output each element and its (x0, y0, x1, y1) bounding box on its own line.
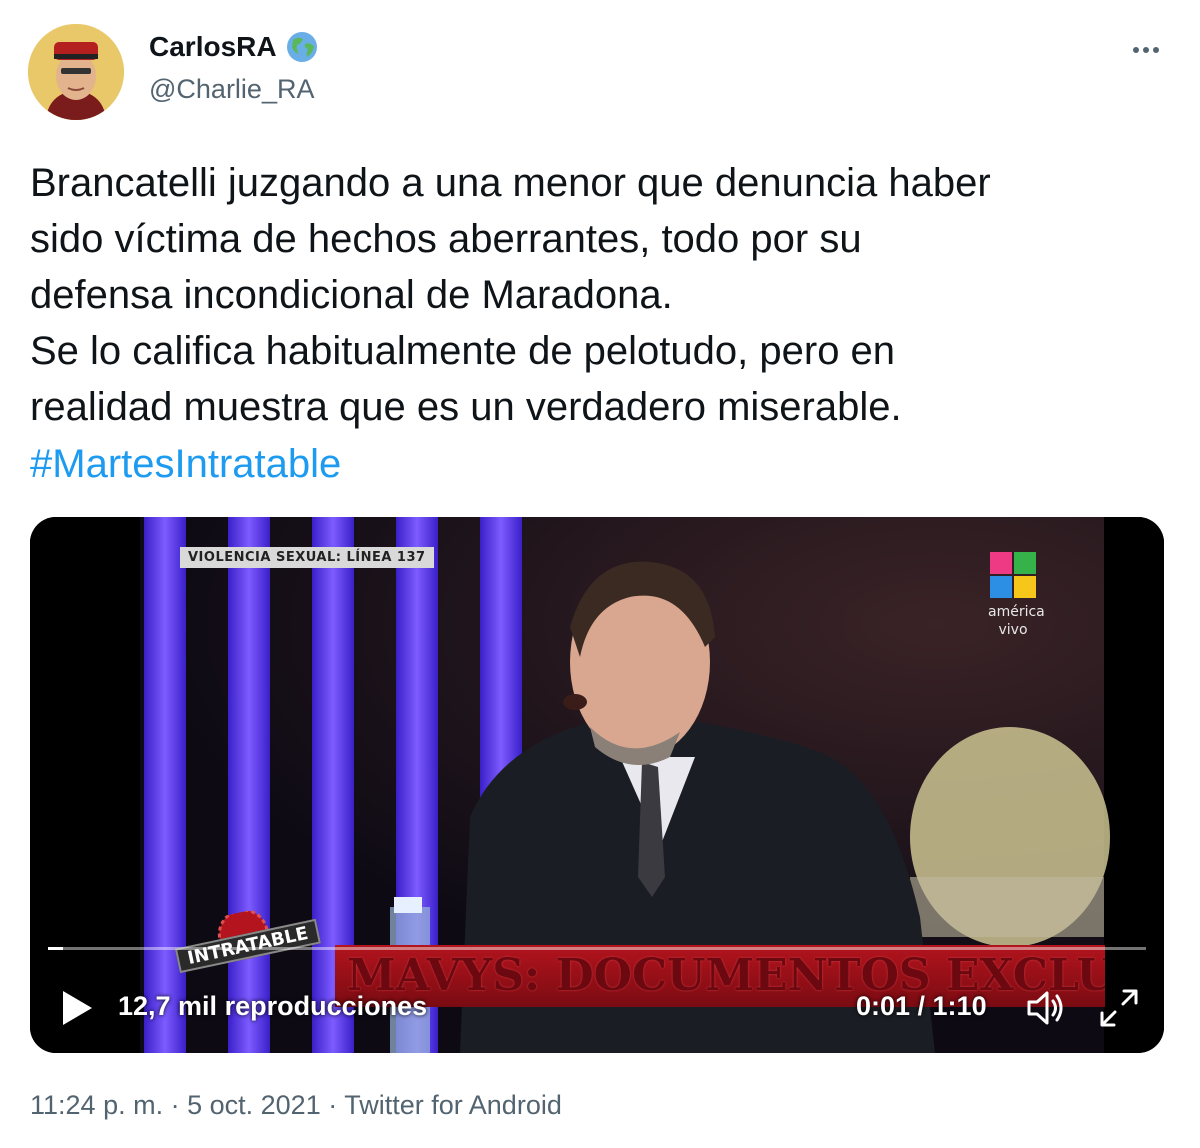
tweet-source-link[interactable]: Twitter for Android (344, 1090, 562, 1120)
meta-separator: · (328, 1090, 338, 1120)
video-progress-bar[interactable] (48, 947, 1146, 950)
author-name[interactable]: CarlosRA (149, 31, 277, 63)
more-dot-icon (1153, 47, 1159, 53)
author-handle[interactable]: @Charlie_RA (149, 74, 314, 105)
channel-logo: américa vivo (988, 552, 1045, 644)
video-progress-fill (48, 947, 64, 950)
more-dot-icon (1143, 47, 1149, 53)
channel-name-line1: américa (988, 604, 1045, 620)
view-count: 12,7 mil reproducciones (118, 991, 428, 1021)
lower-third-caption: VIOLENCIA SEXUAL: LÍNEA 137 (180, 547, 434, 568)
tweet-timestamp-link[interactable]: 11:24 p. m. (30, 1090, 163, 1120)
meta-separator: · (170, 1090, 180, 1120)
more-dot-icon (1133, 47, 1139, 53)
fullscreen-icon[interactable] (1098, 987, 1140, 1029)
avatar[interactable] (28, 24, 124, 120)
video-time: 0:01 / 1:10 (856, 991, 987, 1021)
video-player[interactable]: VIOLENCIA SEXUAL: LÍNEA 137 américa vivo… (30, 517, 1164, 1053)
tweet-meta: 11:24 p. m. · 5 oct. 2021 · Twitter for … (30, 1090, 562, 1121)
more-options-button[interactable] (1128, 36, 1164, 64)
tweet-text: Brancatelli juzgando a una menor que den… (30, 161, 991, 429)
news-banner: MAVYS: DOCUMENTOS EXCLUSIVOS (335, 945, 1105, 1007)
hashtag-link[interactable]: #MartesIntratable (30, 436, 341, 492)
avatar-icon (28, 24, 124, 120)
america-logo-icon (990, 552, 1036, 598)
globe-emoji-icon (286, 32, 317, 62)
tweet-date-link[interactable]: 5 oct. 2021 (187, 1090, 321, 1120)
channel-name-line2: vivo (998, 622, 1028, 638)
play-icon[interactable] (60, 989, 94, 1027)
volume-icon[interactable] (1026, 989, 1066, 1027)
